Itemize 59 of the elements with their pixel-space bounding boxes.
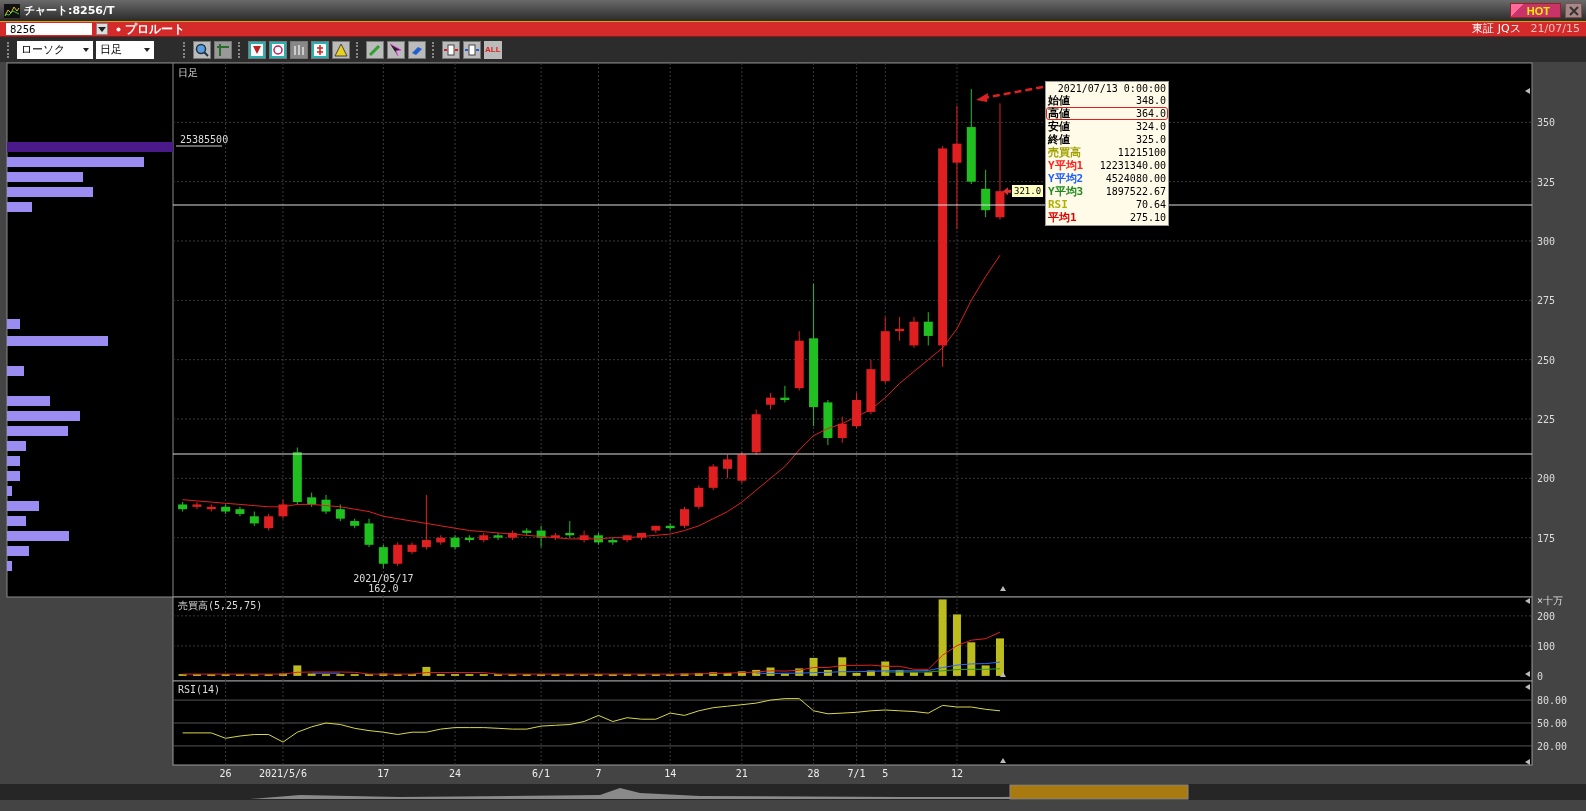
tooltip-label: Y平均2 bbox=[1048, 173, 1084, 184]
date-label: 24 bbox=[449, 768, 462, 779]
last-price-label: 321.0 bbox=[1011, 185, 1044, 198]
date-label: 5 bbox=[882, 768, 889, 779]
tooltip-value: 1897522.67 bbox=[1105, 186, 1166, 197]
tooltip-label: Y平均1 bbox=[1048, 160, 1084, 171]
tooltip-label: 終値 bbox=[1048, 134, 1070, 145]
date-label: 14 bbox=[664, 768, 677, 779]
tooltip-label: RSI bbox=[1048, 199, 1068, 210]
tooltip-value: 11215100 bbox=[1117, 147, 1166, 158]
axis-label: 80.00 bbox=[1537, 695, 1568, 707]
axis-label: 300 bbox=[1537, 236, 1556, 247]
date-label: 6/1 bbox=[532, 768, 551, 779]
axis-label: 350 bbox=[1537, 117, 1556, 129]
tooltip-value: 275.10 bbox=[1129, 212, 1166, 223]
axis-label: 200 bbox=[1537, 473, 1556, 485]
tooltip-value: 4524080.00 bbox=[1105, 173, 1166, 184]
company-name: プロルート bbox=[125, 22, 185, 36]
low-price-label: 162.0 bbox=[368, 583, 399, 594]
axis-label: 0 bbox=[1537, 670, 1544, 682]
tooltip-label: 安値 bbox=[1048, 121, 1070, 132]
tooltip-value: 12231340.00 bbox=[1099, 160, 1166, 171]
date-label: 21 bbox=[735, 768, 748, 779]
axis-label: 250 bbox=[1537, 354, 1556, 366]
chart-title: 日足 bbox=[178, 67, 198, 78]
tooltip-datetime: 2021/07/13 0:00:00 bbox=[1056, 83, 1166, 94]
date-text: 21/07/15 bbox=[1530, 22, 1580, 36]
unit-label: ×十万 bbox=[1537, 595, 1564, 606]
date-label: 28 bbox=[807, 768, 820, 779]
tooltip-value: 324.0 bbox=[1135, 121, 1166, 132]
axis-label: 175 bbox=[1537, 532, 1556, 544]
tooltip-label: Y平均3 bbox=[1048, 186, 1084, 197]
chart-title: 売買高(5,25,75) bbox=[178, 600, 263, 611]
date-label: 7/1 bbox=[847, 768, 866, 779]
low-date-label: 2021/05/17 bbox=[353, 573, 414, 584]
tooltip-label: 高値 bbox=[1048, 108, 1070, 119]
max-volume-label: 25385500 bbox=[180, 134, 229, 145]
tooltip-value: 70.64 bbox=[1135, 199, 1166, 210]
date-label: 7 bbox=[595, 768, 602, 779]
axis-label: 100 bbox=[1537, 640, 1556, 652]
date-label: 26 bbox=[219, 768, 232, 779]
date-label: 2021/5/6 bbox=[258, 768, 308, 779]
tooltip-value: 364.0 bbox=[1135, 108, 1166, 119]
chart-title: RSI(14) bbox=[178, 684, 221, 695]
axis-label: 20.00 bbox=[1537, 740, 1568, 752]
axis-label: 325 bbox=[1537, 176, 1556, 188]
axis-label: 275 bbox=[1537, 295, 1556, 307]
axis-label: 225 bbox=[1537, 414, 1556, 425]
date-label: 12 bbox=[950, 768, 963, 779]
window-title: チャート:8256/T bbox=[24, 3, 115, 18]
axis-label: 50.00 bbox=[1537, 718, 1568, 729]
tooltip-value: 325.0 bbox=[1135, 134, 1166, 145]
tooltip-label: 平均1 bbox=[1048, 212, 1077, 223]
axis-label: 200 bbox=[1537, 610, 1556, 622]
tooltip-value: 348.0 bbox=[1135, 95, 1166, 106]
tooltip-label: 売買高 bbox=[1048, 147, 1081, 158]
date-label: 17 bbox=[377, 768, 390, 779]
market-name: 東証 JQス bbox=[1472, 22, 1521, 36]
tooltip-label: 始値 bbox=[1048, 95, 1070, 106]
